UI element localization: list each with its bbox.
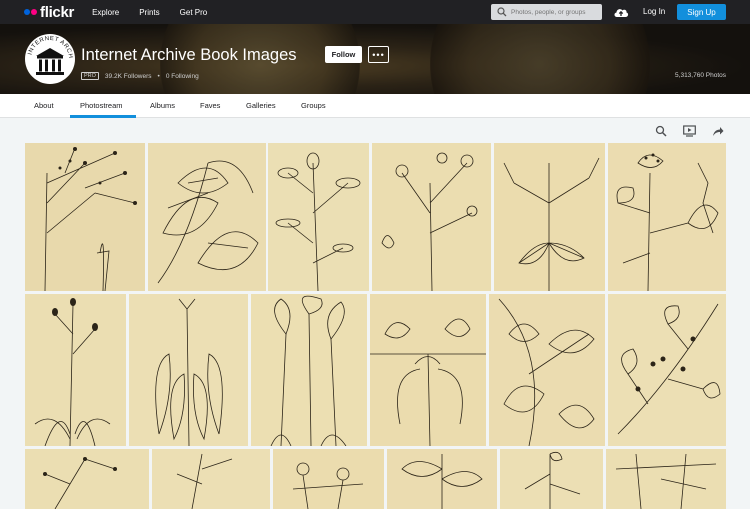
followers-count[interactable]: 39.2K Followers xyxy=(105,73,152,80)
logo-pink-dot xyxy=(31,9,37,15)
photo-tile[interactable] xyxy=(25,294,126,446)
tab-galleries[interactable]: Galleries xyxy=(246,94,276,118)
tab-faves[interactable]: Faves xyxy=(200,94,220,118)
tab-groups[interactable]: Groups xyxy=(301,94,326,118)
signup-button[interactable]: Sign Up xyxy=(677,4,726,20)
avatar[interactable]: INTERNET ARCHIVE xyxy=(25,34,75,84)
logo-blue-dot xyxy=(24,9,30,15)
tab-albums[interactable]: Albums xyxy=(150,94,175,118)
share-icon[interactable] xyxy=(712,125,724,137)
nav-get-pro[interactable]: Get Pro xyxy=(180,8,208,17)
login-link[interactable]: Log In xyxy=(643,7,665,16)
more-options-button[interactable]: ••• xyxy=(368,46,389,63)
slideshow-icon[interactable] xyxy=(683,125,696,137)
photo-tile[interactable] xyxy=(152,449,270,509)
profile-tabs: About Photostream Albums Faves Galleries… xyxy=(0,94,750,118)
stats-separator: • xyxy=(157,72,160,80)
profile-title: Internet Archive Book Images xyxy=(81,46,297,64)
search-icon xyxy=(497,7,507,17)
photo-tile[interactable] xyxy=(129,294,248,446)
photo-tile[interactable] xyxy=(268,143,369,291)
photo-tile[interactable] xyxy=(25,449,149,509)
upload-cloud-icon[interactable] xyxy=(613,5,629,19)
nav-links: Explore Prints Get Pro xyxy=(92,8,227,17)
following-count[interactable]: 0 Following xyxy=(166,73,199,80)
search-box[interactable] xyxy=(491,4,602,20)
cover-photo: INTERNET ARCHIVE Internet Archive Book I… xyxy=(0,24,750,94)
photo-count: 5,313,760 Photos xyxy=(675,72,726,79)
photo-tile[interactable] xyxy=(372,143,491,291)
photo-tile[interactable] xyxy=(251,294,367,446)
photo-tile[interactable] xyxy=(25,143,145,291)
logo-text: flickr xyxy=(40,3,75,21)
photo-tile[interactable] xyxy=(387,449,497,509)
profile-stats: PRO 39.2K Followers • 0 Following xyxy=(81,72,199,80)
photo-tile[interactable] xyxy=(148,143,266,291)
search-input[interactable] xyxy=(511,8,596,16)
pro-badge: PRO xyxy=(81,72,99,80)
photo-tile[interactable] xyxy=(494,143,605,291)
follow-button[interactable]: Follow xyxy=(325,46,362,63)
photo-tile[interactable] xyxy=(500,449,603,509)
flickr-logo[interactable]: flickr xyxy=(24,4,74,21)
photo-tile[interactable] xyxy=(370,294,486,446)
photo-tile[interactable] xyxy=(608,143,726,291)
top-nav: flickr Explore Prints Get Pro xyxy=(0,0,750,24)
photo-tile[interactable] xyxy=(606,449,726,509)
tab-about[interactable]: About xyxy=(34,94,54,118)
photo-tile[interactable] xyxy=(273,449,384,509)
nav-prints[interactable]: Prints xyxy=(139,8,159,17)
active-tab-indicator xyxy=(70,115,136,118)
photostream-grid xyxy=(25,143,726,509)
search-icon[interactable] xyxy=(655,125,667,137)
photo-tile[interactable] xyxy=(489,294,605,446)
nav-explore[interactable]: Explore xyxy=(92,8,119,17)
photo-tile[interactable] xyxy=(608,294,726,446)
archive-building-icon: INTERNET ARCHIVE xyxy=(25,34,74,83)
